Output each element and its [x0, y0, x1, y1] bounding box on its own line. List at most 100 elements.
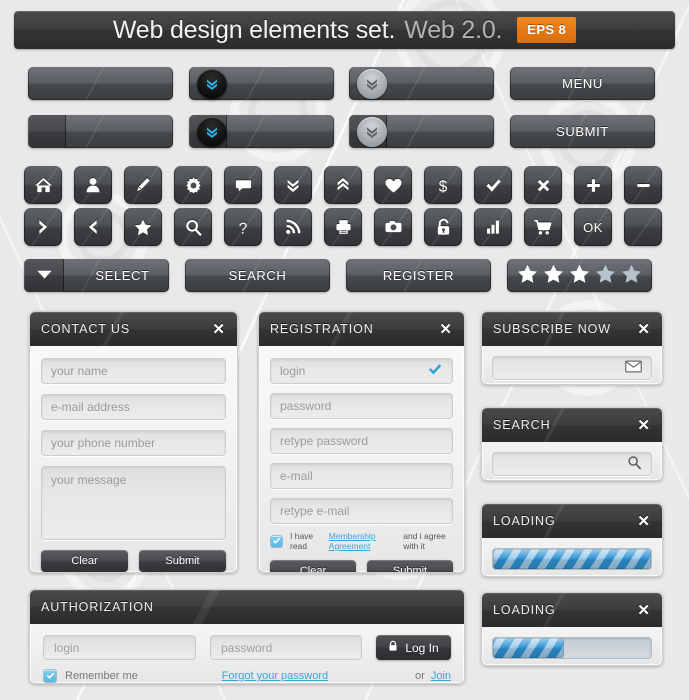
- name-field[interactable]: your name: [41, 358, 226, 384]
- chat-bubble-icon-button[interactable]: [224, 166, 262, 204]
- heart-icon-button[interactable]: [374, 166, 412, 204]
- double-chevron-down-icon: [197, 68, 227, 99]
- registration-clear-button[interactable]: Clear: [270, 560, 356, 572]
- auth-password-field[interactable]: password: [209, 635, 363, 660]
- close-icon[interactable]: ✕: [438, 320, 453, 339]
- gear-icon: [185, 177, 201, 193]
- retype-password-field[interactable]: retype password: [270, 428, 453, 454]
- ok-button[interactable]: OK: [574, 208, 612, 246]
- auth-login-field[interactable]: login: [43, 635, 196, 660]
- subscribe-email-input[interactable]: [492, 356, 652, 380]
- double-chevron-down-icon-button[interactable]: [274, 166, 312, 204]
- split-dropdown-button-dark[interactable]: [189, 115, 334, 148]
- close-x-icon-button[interactable]: [524, 166, 562, 204]
- register-button[interactable]: REGISTER: [346, 259, 491, 292]
- close-icon[interactable]: ✕: [211, 320, 226, 339]
- double-chevron-down-icon: [357, 116, 387, 147]
- password-field[interactable]: password: [270, 393, 453, 419]
- close-icon[interactable]: ✕: [636, 512, 651, 531]
- bar-chart-icon-button[interactable]: [474, 208, 512, 246]
- user-icon-button[interactable]: [74, 166, 112, 204]
- rss-icon: [286, 219, 301, 234]
- submit-button-label: SUBMIT: [556, 124, 609, 139]
- email-field-placeholder: e-mail address: [51, 400, 130, 414]
- plus-icon: [586, 178, 600, 192]
- lock-icon-button[interactable]: [424, 208, 462, 246]
- blank-tile[interactable]: [624, 208, 662, 246]
- submit-button[interactable]: Submit: [139, 550, 226, 572]
- dropdown-button-grey[interactable]: [349, 67, 494, 100]
- close-icon[interactable]: ✕: [636, 320, 651, 339]
- log-in-button[interactable]: Log In: [376, 635, 451, 660]
- remember-me-checkbox[interactable]: [43, 669, 57, 683]
- pencil-icon-button[interactable]: [124, 166, 162, 204]
- split-dropdown-button-grey[interactable]: [349, 115, 494, 148]
- forgot-password-link[interactable]: Forgot your password: [222, 670, 328, 682]
- magnifier-icon-button[interactable]: [174, 208, 212, 246]
- search-button-label: SEARCH: [228, 268, 287, 283]
- message-field[interactable]: your message: [41, 466, 226, 540]
- dollar-icon-button[interactable]: $: [424, 166, 462, 204]
- loading-panel-1-header: LOADING ✕: [482, 504, 662, 538]
- rating-star-3[interactable]: [568, 263, 591, 288]
- star-icon-button[interactable]: [124, 208, 162, 246]
- minus-icon: [636, 183, 650, 187]
- printer-icon-button[interactable]: [324, 208, 362, 246]
- close-icon[interactable]: ✕: [636, 416, 651, 435]
- rating-star-2[interactable]: [542, 263, 565, 288]
- rating-star-1[interactable]: [516, 263, 539, 288]
- loading-panel-2-header: LOADING ✕: [482, 593, 662, 627]
- home-icon-button[interactable]: [24, 166, 62, 204]
- progress-bar-fill: [493, 638, 565, 658]
- select-dropdown[interactable]: SELECT: [24, 259, 169, 292]
- dropdown-button-dark[interactable]: [189, 67, 334, 100]
- membership-agreement-link[interactable]: Membership Agreement: [329, 531, 396, 551]
- chat-bubble-icon: [235, 180, 251, 192]
- registration-email-field[interactable]: e-mail: [270, 463, 453, 489]
- agreement-checkbox[interactable]: [270, 534, 283, 548]
- submit-button[interactable]: SUBMIT: [510, 115, 655, 148]
- check-icon-button[interactable]: [474, 166, 512, 204]
- menu-button[interactable]: MENU: [510, 67, 655, 100]
- phone-field[interactable]: your phone number: [41, 430, 226, 456]
- close-icon[interactable]: [451, 605, 453, 609]
- registration-submit-button[interactable]: Submit: [367, 560, 453, 572]
- join-link[interactable]: Join: [431, 670, 451, 682]
- rating-star-5[interactable]: [620, 263, 643, 288]
- split-button-handle[interactable]: [28, 115, 66, 148]
- camera-icon-button[interactable]: [374, 208, 412, 246]
- rating-star-4[interactable]: [594, 263, 617, 288]
- double-chevron-up-icon-button[interactable]: [324, 166, 362, 204]
- plus-icon-button[interactable]: [574, 166, 612, 204]
- plain-button-1[interactable]: [28, 67, 173, 100]
- registration-email-field-placeholder: e-mail: [280, 469, 313, 483]
- magnifier-icon[interactable]: [627, 455, 642, 473]
- chevron-left-icon-button[interactable]: [74, 208, 112, 246]
- envelope-icon[interactable]: [625, 360, 642, 376]
- magnifier-icon: [185, 219, 201, 236]
- search-button[interactable]: SEARCH: [185, 259, 330, 292]
- retype-email-field[interactable]: retype e-mail: [270, 498, 453, 524]
- contact-us-title: CONTACT US: [41, 322, 131, 336]
- close-icon[interactable]: ✕: [636, 601, 651, 620]
- printer-icon: [335, 220, 351, 234]
- login-field[interactable]: login: [270, 358, 453, 384]
- gear-icon-button[interactable]: [174, 166, 212, 204]
- chevron-right-icon-button[interactable]: [24, 208, 62, 246]
- double-chevron-down-icon: [357, 68, 387, 99]
- agreement-suffix: and i agree with it: [403, 531, 446, 551]
- question-mark-icon-button[interactable]: ?: [224, 208, 262, 246]
- loading-panel-2-body: [482, 627, 662, 665]
- search-input[interactable]: [492, 452, 652, 476]
- rss-icon-button[interactable]: [274, 208, 312, 246]
- double-chevron-down-icon: [287, 179, 299, 193]
- auth-login-placeholder: login: [54, 640, 80, 655]
- minus-icon-button[interactable]: [624, 166, 662, 204]
- question-mark-icon: ?: [239, 220, 248, 237]
- clear-button[interactable]: Clear: [41, 550, 128, 572]
- shopping-cart-icon-button[interactable]: [524, 208, 562, 246]
- email-field[interactable]: e-mail address: [41, 394, 226, 420]
- split-button-1[interactable]: [28, 115, 173, 148]
- star-rating-widget[interactable]: [507, 259, 652, 292]
- lock-icon: [437, 218, 449, 235]
